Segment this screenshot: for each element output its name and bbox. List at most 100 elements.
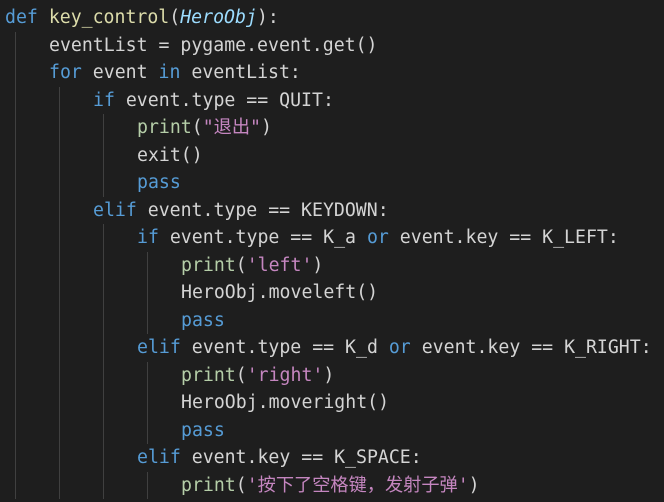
code-line[interactable]: elif event.type == K_d or event.key == K… (5, 334, 652, 362)
code-token: elif (93, 199, 137, 221)
code-line[interactable]: print('按下了空格键，发射子弹') (5, 471, 652, 499)
indent-guide (103, 444, 104, 472)
code-token: print (181, 254, 236, 276)
indent-guide (103, 471, 104, 499)
code-line[interactable]: HeroObj.moveleft() (5, 279, 652, 307)
code-token: HeroObj.moveright() (181, 392, 390, 413)
code-token: ( (191, 117, 203, 138)
indent-guide (103, 389, 104, 417)
indent-guide (103, 224, 104, 252)
code-token: event.type == K_d (180, 337, 389, 358)
code-line[interactable]: exit() (5, 141, 652, 169)
code-token: 'left' (246, 254, 313, 276)
code-line[interactable]: print('left') (5, 251, 652, 279)
code-token: ) (468, 474, 480, 496)
code-line[interactable]: eventList = pygame.event.get() (5, 31, 652, 59)
code-token: print (137, 117, 192, 138)
code-token: '按下了空格键，发射子弹' (246, 474, 469, 496)
code-token: "退出" (202, 117, 261, 138)
indent-guide (15, 416, 16, 444)
code-token: ( (235, 254, 247, 276)
indent-guide (15, 389, 16, 417)
code-line[interactable]: def key_control(HeroObj): (5, 4, 652, 32)
indent-guide (59, 444, 60, 472)
indent-guide (147, 251, 148, 279)
code-token: exit() (137, 144, 203, 166)
code-token: event.type == K_a (158, 227, 367, 248)
code-token: or (366, 227, 389, 248)
code-line[interactable]: print('right') (5, 361, 652, 389)
code-line[interactable]: pass (5, 416, 652, 444)
code-editor[interactable]: def key_control(HeroObj): eventList = pyg… (0, 0, 664, 502)
code-token: eventList = pygame.event.get() (49, 34, 378, 56)
code-token: elif (137, 337, 181, 358)
indent-guide (59, 114, 60, 142)
indent-guide (15, 361, 16, 389)
code-line[interactable]: if event.type == QUIT: (5, 86, 652, 114)
indent-guide (147, 279, 148, 307)
code-token: event.key == K_LEFT: (388, 227, 619, 248)
code-token: for (49, 62, 82, 83)
code-token: pass (137, 172, 181, 193)
indent-guide (59, 196, 60, 224)
code-line[interactable]: if event.type == K_a or event.key == K_L… (5, 224, 652, 252)
code-token: ( (235, 364, 247, 386)
code-line[interactable]: pass (5, 169, 652, 197)
indent-guide (147, 416, 148, 444)
code-token: or (388, 337, 411, 358)
code-line[interactable]: for event in eventList: (5, 59, 652, 87)
indent-guide (15, 251, 16, 279)
indent-guide (59, 306, 60, 334)
indent-guide (59, 389, 60, 417)
indent-guide (103, 361, 104, 389)
indent-guide (103, 141, 104, 169)
code-token: event.type == KEYDOWN: (136, 199, 389, 221)
indent-guide (15, 471, 16, 499)
code-token: ) (260, 117, 272, 138)
code-line[interactable]: elif event.key == K_SPACE: (5, 444, 652, 472)
indent-guide (59, 224, 60, 252)
code-token: ( (169, 7, 181, 28)
code-token: if (93, 89, 115, 111)
indent-guide (59, 471, 60, 499)
indent-guide (15, 196, 16, 224)
indent-guide (15, 59, 16, 87)
code-token: key_control (48, 7, 170, 28)
code-token: ) (312, 254, 324, 276)
code-token: ): (256, 7, 279, 28)
code-line[interactable]: pass (5, 306, 652, 334)
code-token: print (181, 474, 236, 496)
indent-guide (15, 279, 16, 307)
indent-guide (59, 169, 60, 197)
indent-guide (103, 306, 104, 334)
indent-guide (147, 471, 148, 499)
code-token: event.key == K_RIGHT: (410, 337, 652, 358)
indent-guide (147, 389, 148, 417)
code-token: in (158, 62, 181, 83)
code-token: HeroObj.moveleft() (181, 282, 379, 303)
code-token: elif (137, 447, 181, 468)
code-token: pass (181, 419, 225, 441)
indent-guide (59, 141, 60, 169)
indent-guide (147, 361, 148, 389)
code-token: event (81, 62, 159, 83)
indent-guide (103, 251, 104, 279)
indent-guide (59, 279, 60, 307)
code-line[interactable]: print("退出") (5, 114, 652, 142)
indent-guide (103, 169, 104, 197)
indent-guide (59, 86, 60, 114)
code-line[interactable]: elif event.type == KEYDOWN: (5, 196, 652, 224)
indent-guide (15, 114, 16, 142)
indent-guide (103, 334, 104, 362)
code-token: event.key == K_SPACE: (180, 447, 422, 468)
indent-guide (103, 279, 104, 307)
indent-guide (15, 306, 16, 334)
indent-guide (59, 251, 60, 279)
indent-guide (15, 224, 16, 252)
indent-guide (59, 361, 60, 389)
code-line[interactable]: HeroObj.moveright() (5, 389, 652, 417)
indent-guide (15, 86, 16, 114)
code-token: def (5, 7, 49, 28)
code-token: pass (181, 309, 225, 331)
indent-guide (59, 416, 60, 444)
